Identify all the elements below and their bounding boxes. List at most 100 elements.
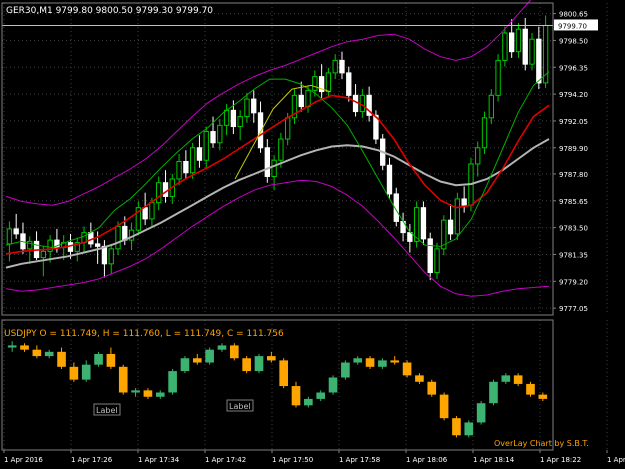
candle-body bbox=[264, 147, 270, 177]
overlay-candle-body bbox=[94, 353, 103, 365]
candle-body bbox=[271, 159, 277, 177]
candle-body bbox=[101, 245, 108, 265]
candle-body bbox=[162, 182, 169, 197]
x-tick-label: 1 Apr 18:06 bbox=[406, 456, 448, 464]
overlay-candle-body bbox=[81, 364, 91, 380]
overlay-candle-body bbox=[205, 349, 214, 363]
y-tick-label: 9779.20 bbox=[559, 278, 588, 286]
candle-body bbox=[522, 28, 528, 65]
overlay-candle-body bbox=[106, 353, 116, 367]
current-price-label: 9799.70 bbox=[558, 22, 587, 30]
overlay-ohlc-label: USDJPY O = 111.749, H = 111.760, L = 111… bbox=[4, 329, 284, 339]
overlay-candle-body bbox=[217, 345, 227, 350]
overlay-candle-body bbox=[180, 358, 190, 372]
overlay-candle-body bbox=[118, 366, 128, 393]
candle-body bbox=[325, 72, 332, 93]
overlay-candle-body bbox=[291, 386, 301, 406]
candle-body bbox=[251, 98, 257, 114]
candle-body bbox=[183, 160, 189, 174]
candle-body bbox=[495, 59, 501, 96]
candle-body bbox=[454, 198, 461, 235]
y-tick-label: 9783.50 bbox=[559, 225, 588, 233]
overlay-candle-body bbox=[415, 375, 424, 382]
label-object-text[interactable]: Label bbox=[96, 406, 118, 415]
candle-body bbox=[156, 182, 162, 204]
candle-body bbox=[230, 109, 237, 128]
candle-body bbox=[298, 94, 304, 108]
y-tick-label: 9792.05 bbox=[559, 118, 588, 126]
overlay-candle-body bbox=[192, 358, 202, 363]
candle-body bbox=[332, 59, 338, 74]
y-tick-label: 9789.90 bbox=[559, 145, 588, 153]
overlay-candle-body bbox=[452, 418, 461, 436]
overlay-candle-body bbox=[143, 390, 153, 397]
candle-body bbox=[278, 138, 284, 161]
candle-body bbox=[536, 38, 542, 84]
overlay-candle-body bbox=[365, 358, 375, 367]
overlay-candle-body bbox=[155, 392, 165, 397]
y-tick-label: 9781.35 bbox=[559, 251, 588, 259]
candle-body bbox=[508, 32, 515, 53]
chart-canvas: Label Label 9800.65 9798.50 9796.35 9794.20 9… bbox=[0, 0, 625, 469]
symbol-header: GER30,M1 9799.80 9800.50 9799.30 9799.70 bbox=[6, 6, 213, 16]
overlay-candle-body bbox=[267, 356, 276, 361]
candle-body bbox=[244, 98, 250, 118]
overlay-candle-body bbox=[402, 362, 412, 376]
candle-body bbox=[237, 116, 243, 128]
candle-body bbox=[529, 38, 535, 65]
overlay-candle-body bbox=[501, 375, 511, 382]
candle-body bbox=[339, 59, 345, 74]
candle-body bbox=[475, 147, 481, 165]
candle-body bbox=[481, 117, 488, 149]
candle-body bbox=[502, 32, 508, 61]
x-tick-label: 1 Apr 17:42 bbox=[205, 456, 246, 464]
x-tick-label: 1 Apr 18:14 bbox=[473, 456, 515, 464]
overlay-candle-body bbox=[476, 403, 486, 423]
label-object-text[interactable]: Label bbox=[229, 402, 251, 411]
candle-body bbox=[420, 207, 427, 240]
overlay-footer: OverLay Chart by S.B.T. bbox=[494, 439, 589, 448]
candle-body bbox=[285, 117, 291, 140]
candle-body bbox=[427, 238, 433, 274]
overlay-candle-body bbox=[526, 383, 535, 395]
x-tick-label: 1 Apr 18:30 bbox=[607, 456, 625, 464]
overlay-candle-body bbox=[489, 381, 498, 404]
candle-body bbox=[447, 219, 454, 235]
candle-body bbox=[461, 198, 467, 206]
y-tick-label: 9798.50 bbox=[559, 37, 588, 45]
candle-body bbox=[203, 131, 209, 161]
candle-body bbox=[142, 207, 148, 220]
candle-body bbox=[488, 94, 494, 119]
overlay-candle-body bbox=[279, 360, 288, 387]
chart-background bbox=[0, 0, 625, 469]
x-tick-label: 1 Apr 17:50 bbox=[272, 456, 313, 464]
y-tick-label: 9794.20 bbox=[559, 91, 588, 99]
candle-body bbox=[346, 72, 352, 96]
overlay-candle-body bbox=[69, 366, 79, 380]
overlay-candle-body bbox=[7, 345, 17, 348]
overlay-candle-body bbox=[538, 394, 548, 399]
overlay-candle-body bbox=[513, 375, 523, 384]
x-tick-label: 1 Apr 18:22 bbox=[540, 456, 581, 464]
y-tick-label: 9777.05 bbox=[559, 305, 588, 313]
overlay-candle-body bbox=[353, 358, 363, 363]
overlay-candle-body bbox=[242, 358, 251, 372]
candle-body bbox=[149, 202, 155, 220]
candle-body bbox=[189, 147, 196, 174]
overlay-candle-body bbox=[464, 422, 474, 436]
candle-body bbox=[122, 225, 128, 241]
overlay-candle-body bbox=[378, 360, 387, 367]
overlay-candle-body bbox=[20, 345, 29, 350]
candle-body bbox=[312, 76, 318, 91]
x-tick-label: 1 Apr 17:34 bbox=[138, 456, 180, 464]
candle-body bbox=[6, 228, 13, 245]
candle-body bbox=[305, 89, 311, 108]
y-tick-label: 9800.65 bbox=[559, 11, 588, 19]
candle-body bbox=[27, 240, 33, 250]
y-tick-label: 9787.80 bbox=[559, 171, 588, 179]
overlay-candle-body bbox=[390, 360, 400, 363]
overlay-candle-body bbox=[439, 394, 449, 419]
overlay-candle-body bbox=[168, 371, 177, 393]
candle-body bbox=[223, 109, 230, 126]
x-tick-label: 1 Apr 17:26 bbox=[71, 456, 113, 464]
